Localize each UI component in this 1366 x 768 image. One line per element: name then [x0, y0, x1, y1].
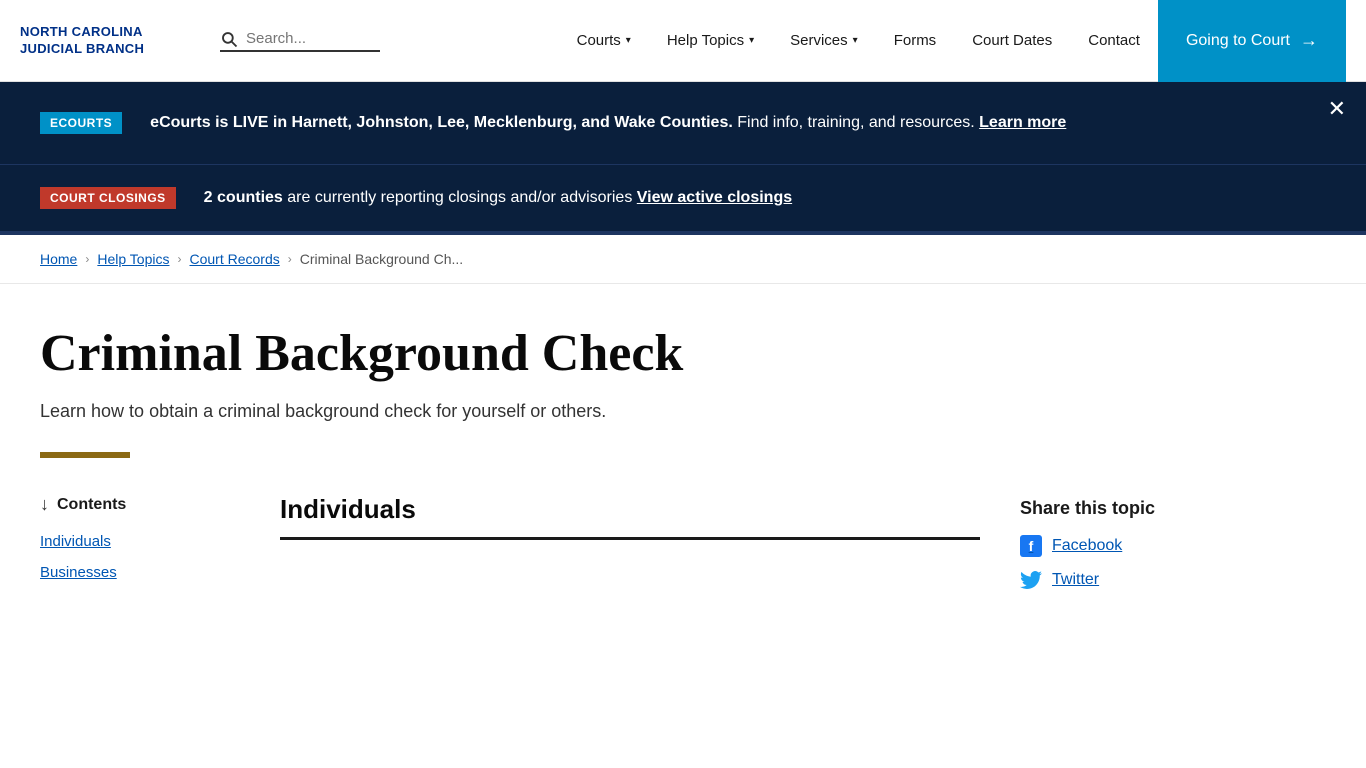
facebook-icon: f — [1020, 535, 1042, 557]
ecourts-badge: ECOURTS — [40, 112, 122, 134]
contents-heading: Contents — [57, 496, 126, 514]
arrow-right-icon: → — [1300, 30, 1318, 51]
court-closings-banner: COURT CLOSINGS 2 counties are currently … — [0, 165, 1366, 235]
site-logo: NORTH CAROLINA JUDICIAL BRANCH — [20, 24, 200, 58]
close-button[interactable]: ✕ — [1328, 98, 1346, 120]
main-nav: Courts ▾ Help Topics ▾ Services ▾ Forms … — [559, 0, 1346, 82]
down-arrow-icon: ↓ — [40, 494, 49, 515]
ecourts-bold-text: eCourts is LIVE in Harnett, Johnston, Le… — [150, 114, 733, 131]
nav-item-court-dates[interactable]: Court Dates — [954, 0, 1070, 82]
chevron-down-icon: ▾ — [749, 35, 754, 46]
breadcrumb-separator: › — [288, 252, 292, 266]
content-layout: ↓ Contents Individuals Businesses Indivi… — [40, 494, 1326, 603]
section-individuals-title: Individuals — [280, 494, 980, 540]
article-area: Individuals — [280, 494, 980, 603]
court-closings-text: 2 counties are currently reporting closi… — [204, 189, 792, 207]
ecourts-banner: ECOURTS eCourts is LIVE in Harnett, John… — [0, 82, 1366, 165]
chevron-down-icon: ▾ — [853, 35, 858, 46]
ecourts-banner-text: eCourts is LIVE in Harnett, Johnston, Le… — [150, 110, 1066, 136]
breadcrumb-home[interactable]: Home — [40, 251, 77, 267]
breadcrumb-court-records[interactable]: Court Records — [189, 251, 279, 267]
nav-item-forms[interactable]: Forms — [876, 0, 955, 82]
share-area: Share this topic f Facebook Twitter — [1020, 494, 1240, 603]
chevron-down-icon: ▾ — [626, 35, 631, 46]
breadcrumb: Home › Help Topics › Court Records › Cri… — [0, 235, 1366, 284]
sidebar-link-businesses[interactable]: Businesses — [40, 562, 240, 583]
breadcrumb-current-page: Criminal Background Ch... — [300, 251, 463, 267]
breadcrumb-separator: › — [177, 252, 181, 266]
search-icon — [220, 30, 238, 48]
going-to-court-button[interactable]: Going to Court → — [1158, 0, 1346, 82]
sidebar-link-individuals[interactable]: Individuals — [40, 531, 240, 552]
breadcrumb-separator: › — [85, 252, 89, 266]
sidebar: ↓ Contents Individuals Businesses — [40, 494, 240, 603]
nav-item-courts[interactable]: Courts ▾ — [559, 0, 649, 82]
search-area[interactable] — [220, 30, 380, 52]
site-name: NORTH CAROLINA JUDICIAL BRANCH — [20, 24, 200, 58]
twitter-label: Twitter — [1052, 571, 1099, 589]
breadcrumb-help-topics[interactable]: Help Topics — [97, 251, 169, 267]
page-subtitle: Learn how to obtain a criminal backgroun… — [40, 401, 1326, 422]
site-header: NORTH CAROLINA JUDICIAL BRANCH Courts ▾ … — [0, 0, 1366, 82]
twitter-share-link[interactable]: Twitter — [1020, 569, 1240, 591]
page-title: Criminal Background Check — [40, 324, 1326, 384]
ecourts-normal-text: Find info, training, and resources. — [737, 114, 974, 131]
court-closings-badge: COURT CLOSINGS — [40, 187, 176, 209]
nav-item-contact[interactable]: Contact — [1070, 0, 1158, 82]
title-divider — [40, 452, 130, 458]
contents-header: ↓ Contents — [40, 494, 240, 515]
closings-count: 2 counties — [204, 189, 283, 206]
view-active-closings-link[interactable]: View active closings — [637, 189, 792, 206]
closings-normal-text: are currently reporting closings and/or … — [287, 189, 632, 206]
share-title: Share this topic — [1020, 498, 1240, 519]
facebook-label: Facebook — [1052, 537, 1122, 555]
search-input[interactable] — [246, 30, 376, 47]
nav-item-help-topics[interactable]: Help Topics ▾ — [649, 0, 772, 82]
main-content: Criminal Background Check Learn how to o… — [0, 284, 1366, 604]
ecourts-learn-more-link[interactable]: Learn more — [979, 114, 1066, 131]
nav-item-services[interactable]: Services ▾ — [772, 0, 876, 82]
twitter-icon — [1020, 569, 1042, 591]
facebook-share-link[interactable]: f Facebook — [1020, 535, 1240, 557]
